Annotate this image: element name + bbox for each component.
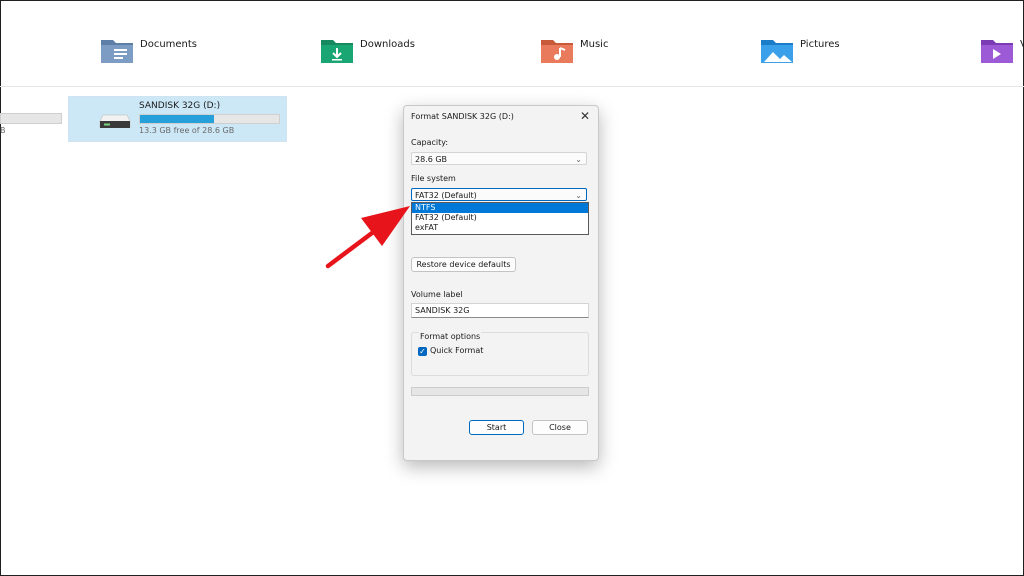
folder-label: Documents (140, 39, 198, 50)
volume-label-input[interactable]: SANDISK 32G (411, 303, 589, 318)
close-icon[interactable]: ✕ (580, 109, 590, 123)
chevron-down-icon: ⌄ (575, 191, 582, 200)
file-system-option-fat32[interactable]: FAT32 (Default) (412, 213, 588, 223)
folder-label: Downloads (360, 39, 415, 50)
start-button[interactable]: Start (469, 420, 524, 435)
drive-usage-bar (139, 114, 280, 124)
file-system-option-ntfs[interactable]: NTFS (412, 203, 588, 213)
capacity-value: 28.6 GB (415, 155, 448, 164)
capacity-label: Capacity: (411, 138, 449, 147)
close-button[interactable]: Close (532, 420, 588, 435)
drive-free-text: 13.3 GB free of 28.6 GB (139, 126, 235, 135)
drive-tile-sandisk[interactable]: SANDISK 32G (D:) 13.3 GB free of 28.6 GB (68, 96, 287, 142)
file-system-option-exfat[interactable]: exFAT (412, 223, 588, 233)
chevron-down-icon: ⌄ (575, 155, 582, 164)
quick-access-music[interactable]: Music (540, 36, 608, 66)
folder-label: Music (580, 39, 609, 50)
checkmark-icon: ✓ (419, 347, 426, 356)
quick-format-label: Quick Format (430, 346, 484, 355)
file-system-dropdown: NTFS FAT32 (Default) exFAT (411, 202, 589, 235)
pictures-folder-icon (761, 40, 793, 63)
section-divider (0, 86, 1024, 87)
drive-tile-partial[interactable]: B (0, 100, 64, 136)
capacity-select[interactable]: 28.6 GB ⌄ (411, 152, 587, 165)
format-options-group: Format options ✓ Quick Format (411, 332, 589, 376)
format-dialog: Format SANDISK 32G (D:) ✕ Capacity: 28.6… (403, 105, 599, 461)
file-system-label: File system (411, 174, 456, 183)
file-system-select[interactable]: FAT32 (Default) ⌄ (411, 188, 587, 201)
drive-usage-fill (140, 115, 215, 123)
folder-label: V (1020, 39, 1024, 50)
quick-access-pictures[interactable]: Pictures (760, 36, 840, 66)
quick-format-checkbox[interactable]: ✓ (418, 347, 427, 356)
dialog-title: Format SANDISK 32G (D:) (411, 112, 514, 121)
downloads-folder-icon (321, 40, 353, 63)
documents-folder-icon (101, 40, 133, 63)
quick-access-documents[interactable]: Documents (100, 36, 197, 66)
videos-folder-icon (981, 40, 1013, 63)
file-system-value: FAT32 (Default) (415, 191, 477, 200)
volume-label-label: Volume label (411, 290, 463, 299)
format-options-label: Format options (419, 332, 482, 341)
music-folder-icon (541, 40, 573, 63)
quick-access-videos[interactable]: V (980, 36, 1024, 66)
usb-drive-icon (99, 114, 131, 128)
quick-access-downloads[interactable]: Downloads (320, 36, 415, 66)
restore-defaults-button[interactable]: Restore device defaults (411, 257, 516, 272)
drive-name: SANDISK 32G (D:) (139, 101, 221, 111)
drive-free-text: B (0, 126, 6, 135)
folder-label: Pictures (800, 39, 840, 50)
drive-usage-bar (0, 113, 62, 124)
format-progress-bar (411, 387, 589, 396)
